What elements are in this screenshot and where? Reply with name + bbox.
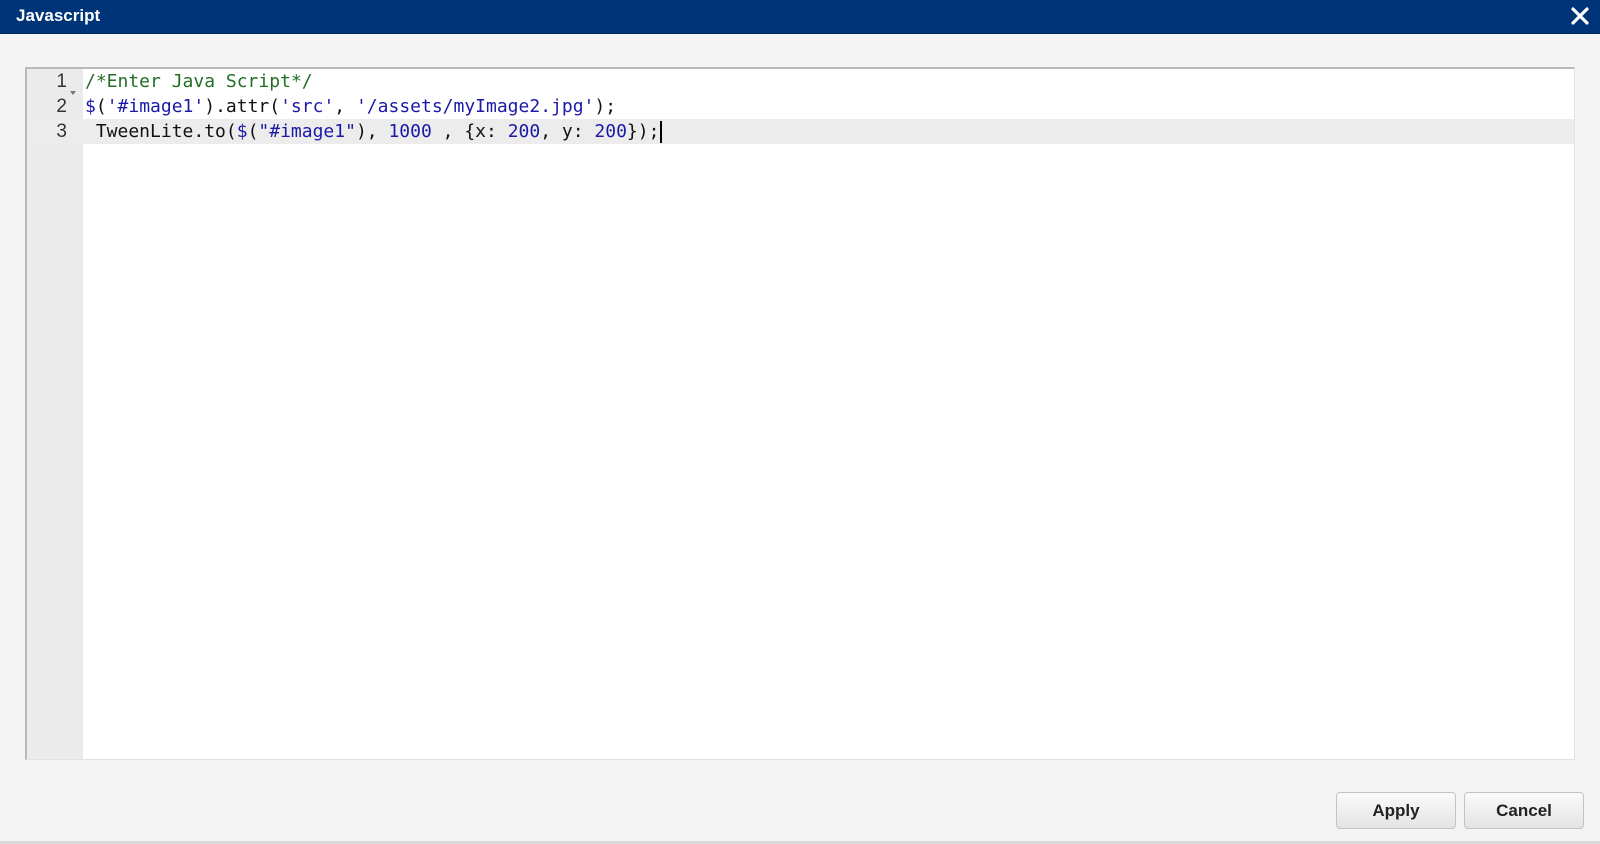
text-cursor [660, 121, 663, 143]
code-token-num: 1000 [388, 121, 432, 142]
code-token-comment: /*Enter Java Script*/ [85, 71, 313, 92]
code-text: $('#image1').attr('src', '/assets/myImag… [85, 94, 616, 119]
fold-arrow-icon[interactable] [69, 79, 77, 95]
code-token-plain: ).attr( [204, 96, 281, 117]
javascript-dialog: Javascript 1/*Enter Java Script*/2 $('#im… [0, 0, 1600, 844]
code-token-dollar: $ [236, 121, 248, 142]
code-line[interactable]: 2 $('#image1').attr('src', '/assets/myIma… [27, 94, 1574, 119]
line-number: 2 [56, 96, 67, 117]
code-line[interactable]: 1 /*Enter Java Script*/ [27, 69, 1574, 95]
code-token-plain: , [334, 96, 356, 117]
code-token-str: 'src' [280, 96, 335, 117]
code-token-plain: ( [247, 121, 259, 142]
code-editor[interactable]: 1/*Enter Java Script*/2 $('#image1').attr… [25, 67, 1575, 760]
code-token-dollar: $ [85, 96, 96, 117]
code-token-str: '/assets/myImage2.jpg' [355, 96, 595, 117]
code-token-plain: , y: [540, 121, 595, 142]
code-token-num: 200 [594, 121, 627, 142]
code-text: TweenLite.to($("#image1"), 1000 , {x: 20… [85, 119, 663, 144]
dialog-title: Javascript [16, 6, 101, 25]
code-token-str: '#image1' [106, 96, 205, 117]
code-line[interactable]: 3 TweenLite.to($("#image1"), 1000 , {x: … [27, 119, 1574, 144]
line-number: 3 [56, 121, 67, 142]
code-text: /*Enter Java Script*/ [85, 69, 313, 94]
code-token-plain: TweenLite.to( [85, 121, 237, 142]
dialog-titlebar: Javascript [0, 0, 1600, 34]
apply-button[interactable]: Apply [1336, 792, 1456, 829]
code-token-plain: ( [95, 96, 107, 117]
code-token-num: 200 [507, 121, 541, 142]
line-number-gutter [27, 69, 83, 759]
code-token-plain: }); [626, 121, 660, 142]
close-icon[interactable] [1568, 4, 1592, 28]
code-token-plain: ); [594, 96, 617, 117]
code-token-plain: ), [355, 121, 389, 142]
cancel-button[interactable]: Cancel [1464, 792, 1584, 829]
code-token-str: "#image1" [258, 121, 356, 142]
line-number: 1 [56, 71, 67, 92]
code-token-plain: , {x: [431, 121, 508, 142]
